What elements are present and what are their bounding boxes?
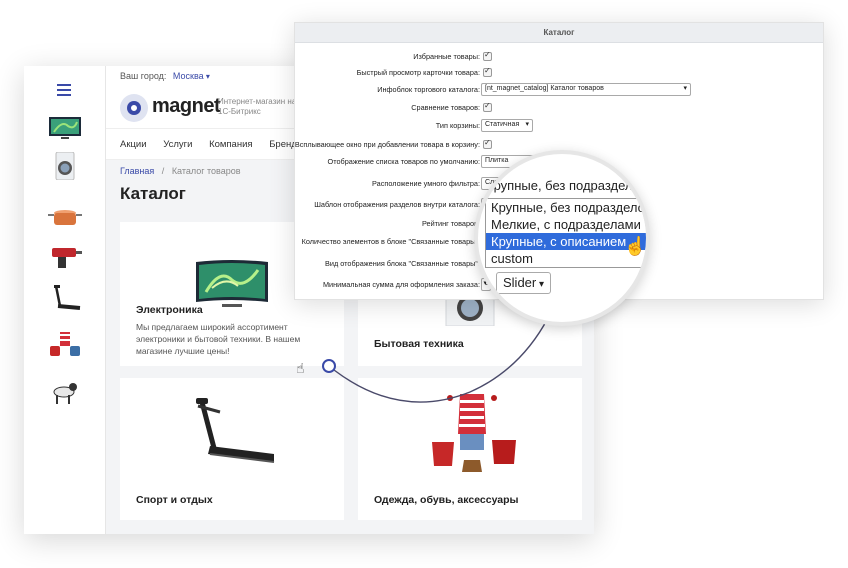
dropdown-option[interactable]: Крупные, без подразделов	[486, 199, 646, 216]
setting-label: Тип корзины:	[435, 121, 480, 130]
basket-popup-checkbox[interactable]	[483, 138, 492, 149]
setting-label: Отображение списка товаров по умолчанию:	[327, 157, 480, 166]
setting-label: Всплывающее окно при добавлении товара в…	[294, 140, 480, 149]
drill-icon[interactable]	[46, 242, 84, 270]
setting-label: Расположение умного фильтра:	[372, 179, 480, 188]
section-template-dropdown[interactable]: Крупные, без подразделов Мелкие, с подра…	[485, 198, 646, 268]
setting-label: Количество элементов в блоке "Связанные …	[301, 237, 480, 246]
magnifier-lens: Крупные, без подразделов Крупные, без по…	[474, 150, 650, 326]
logo-icon[interactable]	[120, 94, 148, 122]
setting-label: Рейтинг товаров:	[421, 219, 480, 228]
clothes-icon[interactable]	[46, 330, 84, 358]
setting-catalog-iblock: Инфоблок торгового каталога: [nt_magnet_…	[295, 82, 825, 98]
nav-item-sales[interactable]: Акции	[120, 139, 147, 150]
page-title: Каталог	[120, 184, 186, 203]
logo-text[interactable]: magnet	[152, 95, 221, 118]
treadmill-icon[interactable]	[46, 284, 84, 312]
clothing-image	[432, 394, 516, 472]
pointer-hand-icon: ☝	[624, 236, 647, 256]
tv-icon[interactable]	[46, 114, 84, 142]
category-rail	[24, 66, 106, 534]
setting-label: Шаблон отображения разделов внутри катал…	[314, 200, 480, 209]
breadcrumb-home[interactable]: Главная	[120, 166, 154, 176]
category-card-sport[interactable]: Спорт и отдых	[120, 378, 344, 520]
setting-label: Инфоблок торгового каталога:	[377, 85, 480, 94]
setting-label: Быстрый просмотр карточки товара:	[356, 68, 480, 77]
basket-type-select[interactable]: Статичная	[481, 119, 533, 132]
catalog-iblock-select[interactable]: [nt_magnet_catalog] Каталог товаров	[481, 83, 691, 96]
city-label: Ваш город:	[120, 71, 167, 81]
compare-checkbox[interactable]	[483, 101, 492, 112]
menu-icon[interactable]	[57, 84, 71, 99]
nav-item-company[interactable]: Компания	[209, 139, 252, 150]
tv-image	[196, 260, 268, 307]
cookware-icon[interactable]	[46, 202, 84, 230]
dog-icon[interactable]	[46, 378, 84, 406]
dropdown-current-value: Крупные, без подразделов	[486, 178, 647, 193]
promo-canvas: Ваш город: Москва magnet Интернет-магази…	[0, 0, 848, 568]
setting-label: Сравнение товаров:	[411, 103, 480, 112]
breadcrumb: Главная / Каталог товаров	[120, 166, 241, 176]
setting-label: Избранные товары:	[413, 52, 480, 61]
breadcrumb-current: Каталог товаров	[171, 166, 241, 176]
setting-quick-view: Быстрый просмотр карточки товара:	[295, 65, 825, 81]
category-name[interactable]: Электроника	[136, 304, 203, 316]
washing-machine-icon[interactable]	[46, 152, 84, 180]
setting-label: Минимальная сумма для оформления заказа:	[322, 280, 480, 289]
quick-view-checkbox[interactable]	[483, 66, 492, 77]
breadcrumb-separator: /	[161, 166, 165, 176]
dropdown-option[interactable]: Мелкие, с подразделами	[486, 216, 646, 233]
setting-compare: Сравнение товаров:	[295, 100, 825, 116]
city-selector[interactable]: Москва	[173, 71, 210, 81]
category-card-clothing[interactable]: Одежда, обувь, аксессуары	[358, 378, 582, 520]
nav-item-services[interactable]: Услуги	[163, 139, 192, 150]
category-name[interactable]: Спорт и отдых	[136, 494, 213, 506]
treadmill-image	[196, 398, 275, 463]
settings-title: Каталог	[295, 23, 823, 43]
setting-basket-type: Тип корзины: Статичная	[295, 118, 825, 134]
favorites-checkbox[interactable]	[483, 50, 492, 61]
category-description: Мы предлагаем широкий ассортимент электр…	[136, 322, 301, 356]
category-name[interactable]: Одежда, обувь, аксессуары	[374, 494, 519, 506]
slider-select[interactable]: Slider	[496, 272, 552, 294]
category-name[interactable]: Бытовая техника	[374, 338, 464, 350]
setting-label: Вид отображения блока "Связанные товары"…	[325, 259, 480, 268]
setting-favorites: Избранные товары:	[295, 49, 825, 65]
